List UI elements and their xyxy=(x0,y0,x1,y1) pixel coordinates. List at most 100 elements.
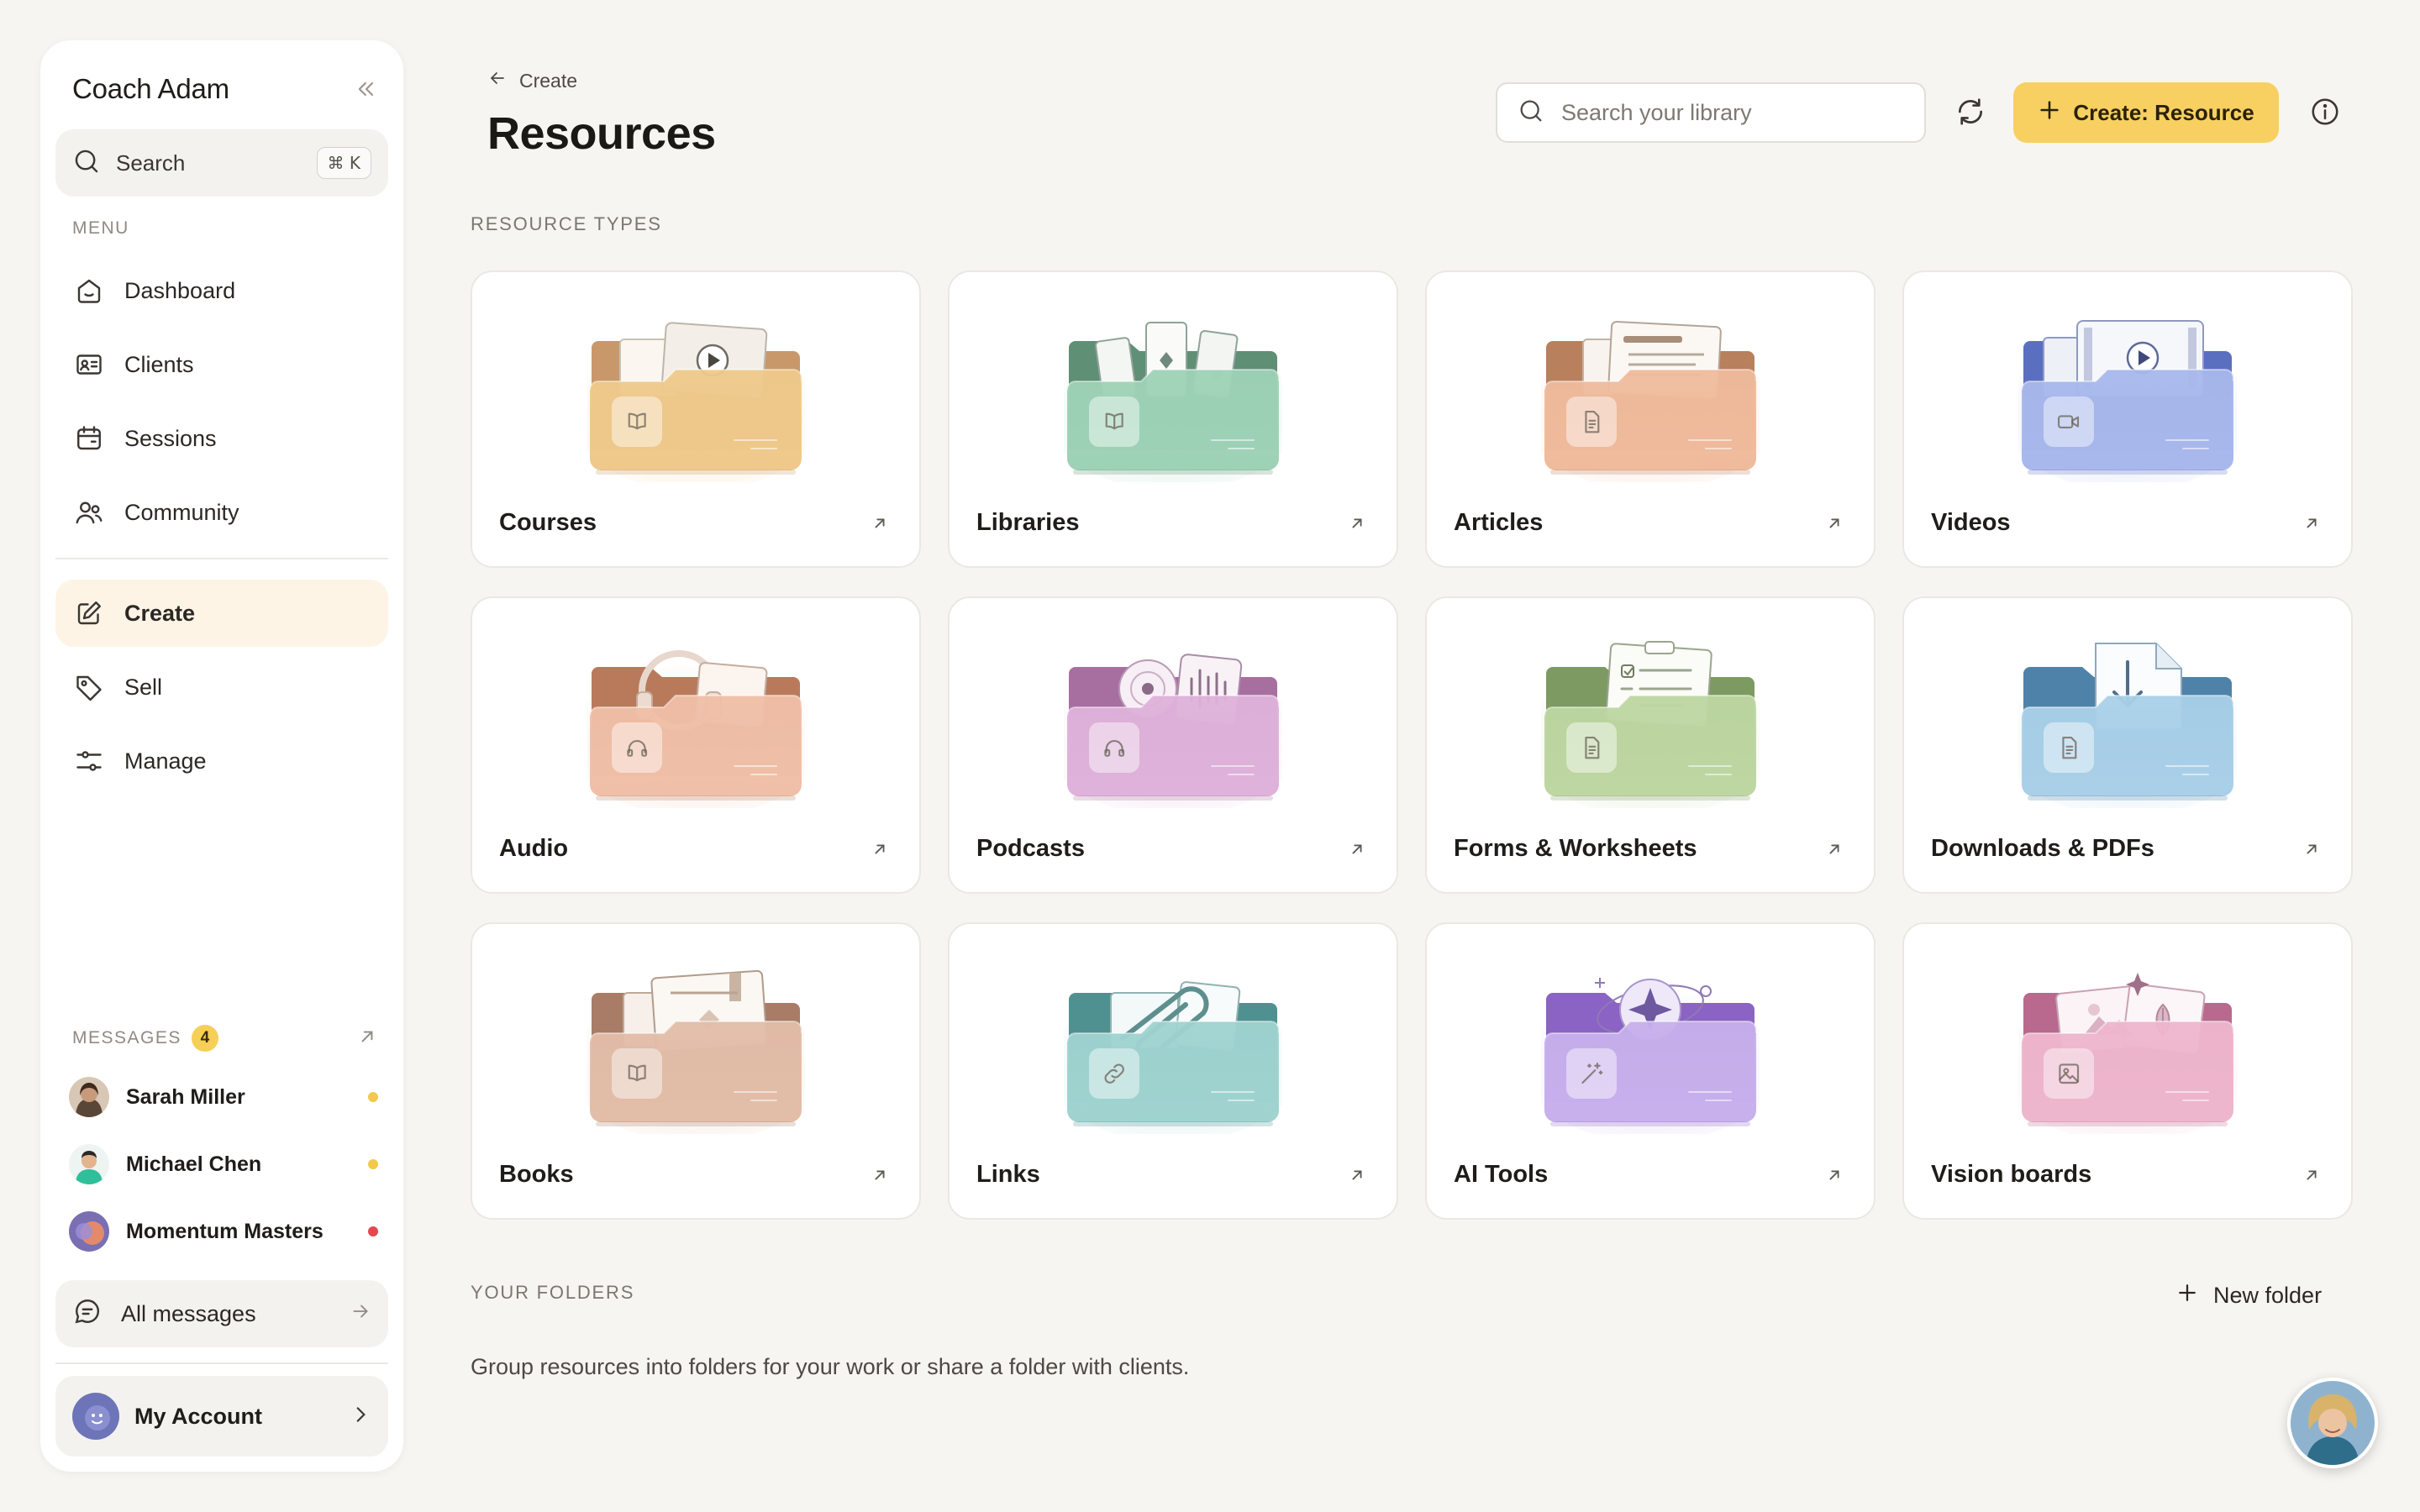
folder-illustration xyxy=(472,924,919,1142)
create-resource-button[interactable]: Create: Resource xyxy=(2013,82,2279,143)
new-folder-button[interactable]: New folder xyxy=(2175,1278,2322,1312)
folder-illustration xyxy=(950,924,1397,1142)
folder-illustration xyxy=(1427,598,1874,816)
contact-name: Sarah Miller xyxy=(126,1084,245,1109)
arrow-up-right-icon xyxy=(2302,840,2321,863)
resource-card-label: Vision boards xyxy=(1931,1161,2092,1188)
sidebar-item-sessions[interactable]: Sessions xyxy=(55,405,388,472)
resource-card-downloads-and-pdfs[interactable]: Downloads & PDFs xyxy=(1902,596,2353,894)
sidebar-item-label: Sessions xyxy=(124,425,217,451)
plus-icon xyxy=(2038,98,2061,128)
avatar xyxy=(69,1077,109,1117)
resource-card-label: Downloads & PDFs xyxy=(1931,835,2154,862)
your-folders-label: YOUR FOLDERS xyxy=(471,1282,635,1303)
resource-card-books[interactable]: Books xyxy=(471,922,921,1220)
create-resource-label: Create: Resource xyxy=(2073,99,2254,125)
resource-card-ai-tools[interactable]: AI Tools xyxy=(1425,922,1876,1220)
sidebar-item-manage[interactable]: Manage xyxy=(55,727,388,795)
calendar-icon xyxy=(72,422,106,455)
collapse-sidebar-icon[interactable] xyxy=(355,77,378,101)
info-icon xyxy=(2309,96,2341,132)
open-messages-icon[interactable] xyxy=(356,1026,378,1052)
resource-card-label: Books xyxy=(499,1161,574,1188)
contact-name: Momentum Masters xyxy=(126,1219,324,1243)
contact-michael-chen[interactable]: Michael Chen xyxy=(69,1139,378,1189)
my-account-label: My Account xyxy=(134,1403,263,1429)
resource-card-label: Libraries xyxy=(976,509,1080,536)
home-icon xyxy=(72,274,106,307)
resource-types-label: RESOURCE TYPES xyxy=(471,213,662,234)
messages-count-badge: 4 xyxy=(191,1025,218,1052)
breadcrumb[interactable]: Create xyxy=(487,67,577,94)
folder-illustration xyxy=(1427,272,1874,491)
arrow-up-right-icon xyxy=(2302,1166,2321,1189)
resource-card-label: Forms & Worksheets xyxy=(1454,835,1697,862)
refresh-button[interactable] xyxy=(1949,92,1991,134)
folder-illustration xyxy=(472,598,919,816)
resource-card-libraries[interactable]: Libraries xyxy=(948,270,1398,568)
menu-section-label: MENU xyxy=(72,218,129,238)
chat-bubble-icon xyxy=(72,1296,103,1332)
sidebar-item-label: Create xyxy=(124,600,196,626)
folder-illustration xyxy=(1427,924,1874,1142)
library-search-input[interactable] xyxy=(1561,99,1897,126)
arrow-up-right-icon xyxy=(1825,1166,1844,1189)
resource-card-courses[interactable]: Courses xyxy=(471,270,921,568)
resource-card-label: Links xyxy=(976,1161,1040,1188)
arrow-left-icon xyxy=(487,68,508,93)
resource-card-audio[interactable]: Audio xyxy=(471,596,921,894)
contact-name: Michael Chen xyxy=(126,1152,262,1176)
sidebar-item-dashboard[interactable]: Dashboard xyxy=(55,257,388,324)
resource-card-podcasts[interactable]: Podcasts xyxy=(948,596,1398,894)
plus-icon xyxy=(2175,1280,2200,1311)
workspace-title: Coach Adam xyxy=(72,73,229,104)
all-messages-label: All messages xyxy=(121,1300,256,1326)
sidebar-item-create[interactable]: Create xyxy=(55,580,388,647)
arrow-up-right-icon xyxy=(1348,514,1366,537)
sidebar-search[interactable]: Search ⌘ K xyxy=(55,129,388,197)
arrow-up-right-icon xyxy=(2302,514,2321,537)
search-shortcut-badge: ⌘ K xyxy=(316,147,371,179)
sidebar-item-sell[interactable]: Sell xyxy=(55,654,388,721)
new-folder-label: New folder xyxy=(2213,1282,2323,1308)
sidebar-item-community[interactable]: Community xyxy=(55,479,388,546)
resource-card-articles[interactable]: Articles xyxy=(1425,270,1876,568)
folder-illustration xyxy=(950,272,1397,491)
account-avatar xyxy=(72,1393,119,1440)
resource-card-label: Podcasts xyxy=(976,835,1085,862)
info-button[interactable] xyxy=(2304,92,2346,134)
resource-card-label: Courses xyxy=(499,509,597,536)
all-messages-button[interactable]: All messages xyxy=(55,1280,388,1347)
resource-card-links[interactable]: Links xyxy=(948,922,1398,1220)
sidebar-item-label: Dashboard xyxy=(124,277,236,303)
sidebar-header: Coach Adam xyxy=(72,66,378,113)
edit-icon xyxy=(72,596,106,630)
sidebar-divider xyxy=(55,1362,388,1364)
arrow-up-right-icon xyxy=(1348,1166,1366,1189)
arrow-up-right-icon xyxy=(1825,840,1844,863)
sidebar-item-label: Community xyxy=(124,499,239,525)
folder-illustration xyxy=(950,598,1397,816)
resource-card-label: Videos xyxy=(1931,509,2011,536)
resource-card-label: Audio xyxy=(499,835,569,862)
avatar xyxy=(69,1144,109,1184)
resource-card-videos[interactable]: Videos xyxy=(1902,270,2353,568)
arrow-up-right-icon xyxy=(1348,840,1366,863)
resource-card-forms-and-worksheets[interactable]: Forms & Worksheets xyxy=(1425,596,1876,894)
support-chat-avatar[interactable] xyxy=(2287,1378,2378,1468)
arrow-up-right-icon xyxy=(871,1166,889,1189)
arrow-up-right-icon xyxy=(871,840,889,863)
my-account-button[interactable]: My Account xyxy=(55,1376,388,1457)
library-search[interactable] xyxy=(1496,82,1926,143)
breadcrumb-label: Create xyxy=(519,69,578,92)
arrow-right-icon xyxy=(350,1300,371,1328)
sidebar-item-label: Manage xyxy=(124,748,207,774)
sidebar-item-clients[interactable]: Clients xyxy=(55,331,388,398)
resource-card-vision-boards[interactable]: Vision boards xyxy=(1902,922,2353,1220)
sidebar-item-label: Sell xyxy=(124,674,163,700)
messages-section-label: MESSAGES xyxy=(72,1028,182,1047)
contact-momentum-masters[interactable]: Momentum Masters xyxy=(69,1206,378,1257)
arrow-up-right-icon xyxy=(1825,514,1844,537)
sidebar-item-label: Clients xyxy=(124,351,194,377)
contact-sarah-miller[interactable]: Sarah Miller xyxy=(69,1072,378,1122)
